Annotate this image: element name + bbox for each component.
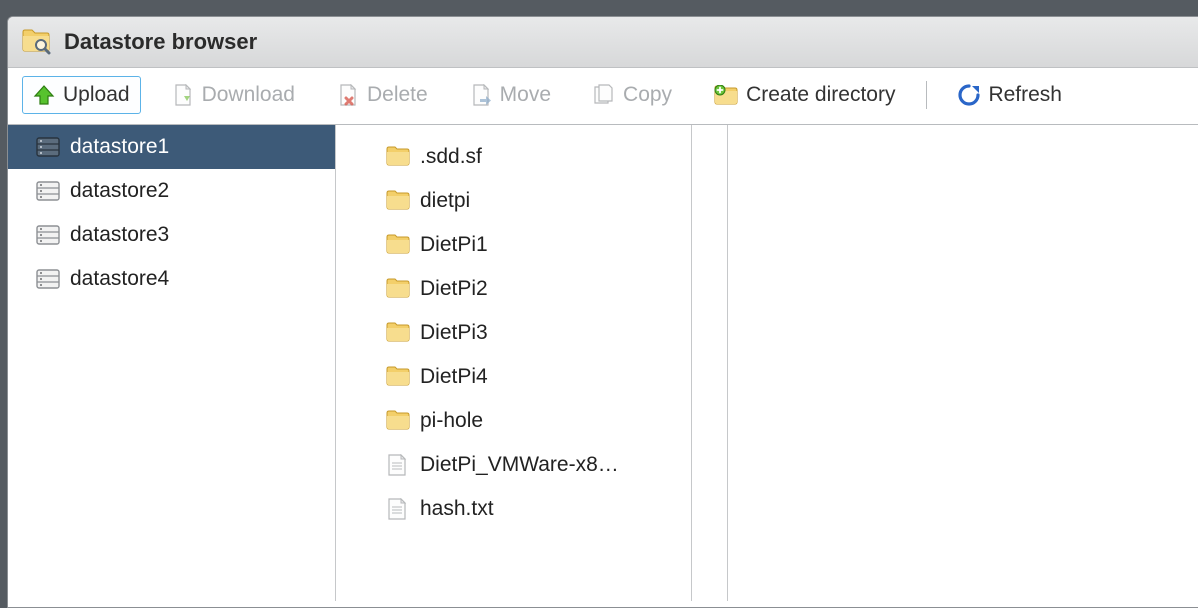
- toolbar-separator: [926, 81, 927, 109]
- window-title: Datastore browser: [64, 29, 257, 55]
- delete-button[interactable]: Delete: [326, 76, 439, 114]
- download-button[interactable]: Download: [161, 76, 306, 114]
- refresh-button[interactable]: Refresh: [947, 76, 1073, 114]
- move-button[interactable]: Move: [459, 76, 562, 114]
- item-label: DietPi3: [420, 321, 488, 345]
- disk-icon: [36, 181, 60, 201]
- folder-icon: [386, 410, 410, 432]
- delete-icon: [337, 84, 359, 106]
- folder-item[interactable]: pi-hole: [336, 399, 691, 443]
- detail-column: [692, 125, 728, 601]
- copy-icon: [593, 84, 615, 106]
- copy-button[interactable]: Copy: [582, 76, 683, 114]
- create-directory-label: Create directory: [746, 83, 895, 107]
- item-label: DietPi4: [420, 365, 488, 389]
- folder-icon: [386, 234, 410, 256]
- item-label: DietPi2: [420, 277, 488, 301]
- item-label: DietPi1: [420, 233, 488, 257]
- item-label: dietpi: [420, 189, 470, 213]
- file-item[interactable]: DietPi_VMWare-x8…: [336, 443, 691, 487]
- folder-item[interactable]: DietPi2: [336, 267, 691, 311]
- folder-item[interactable]: DietPi1: [336, 223, 691, 267]
- datastore-item[interactable]: datastore1: [8, 125, 335, 169]
- datastore-label: datastore1: [70, 135, 169, 159]
- datastore-list: datastore1 datastore2 datastore3 datastore4: [8, 125, 336, 601]
- create-directory-icon: [714, 85, 738, 105]
- main-area: datastore1 datastore2 datastore3 datastore4…: [8, 125, 1198, 601]
- folder-icon: [386, 322, 410, 344]
- disk-icon: [36, 225, 60, 245]
- datastore-item[interactable]: datastore2: [8, 169, 335, 213]
- folder-item[interactable]: DietPi4: [336, 355, 691, 399]
- datastore-label: datastore4: [70, 267, 169, 291]
- refresh-icon: [958, 84, 980, 106]
- datastore-label: datastore3: [70, 223, 169, 247]
- folder-item[interactable]: DietPi3: [336, 311, 691, 355]
- download-label: Download: [202, 83, 295, 107]
- folder-icon: [386, 278, 410, 300]
- item-label: .sdd.sf: [420, 145, 482, 169]
- folder-icon: [386, 366, 410, 388]
- toolbar: Upload Download Delete Move Copy Create …: [8, 68, 1198, 125]
- move-icon: [470, 84, 492, 106]
- folder-icon: [386, 190, 410, 212]
- folder-search-icon: [22, 29, 52, 55]
- datastore-browser-window: Datastore browser Upload Download Delete…: [7, 16, 1198, 608]
- datastore-item[interactable]: datastore4: [8, 257, 335, 301]
- file-icon: [386, 454, 410, 476]
- item-label: DietPi_VMWare-x8…: [420, 453, 619, 477]
- datastore-item[interactable]: datastore3: [8, 213, 335, 257]
- item-label: pi-hole: [420, 409, 483, 433]
- file-list: .sdd.sf dietpi DietPi1 DietPi2 DietPi3 DietPi…: [336, 125, 692, 601]
- datastore-label: datastore2: [70, 179, 169, 203]
- create-directory-button[interactable]: Create directory: [703, 76, 906, 114]
- upload-label: Upload: [63, 83, 130, 107]
- folder-icon: [386, 146, 410, 168]
- titlebar: Datastore browser: [8, 17, 1198, 68]
- folder-item[interactable]: .sdd.sf: [336, 135, 691, 179]
- download-icon: [172, 84, 194, 106]
- copy-label: Copy: [623, 83, 672, 107]
- disk-icon: [36, 137, 60, 157]
- item-label: hash.txt: [420, 497, 494, 521]
- upload-icon: [33, 84, 55, 106]
- empty-area: [728, 125, 1198, 601]
- upload-button[interactable]: Upload: [22, 76, 141, 114]
- refresh-label: Refresh: [988, 83, 1062, 107]
- delete-label: Delete: [367, 83, 428, 107]
- disk-icon: [36, 269, 60, 289]
- file-icon: [386, 498, 410, 520]
- folder-item[interactable]: dietpi: [336, 179, 691, 223]
- file-item[interactable]: hash.txt: [336, 487, 691, 531]
- move-label: Move: [500, 83, 551, 107]
